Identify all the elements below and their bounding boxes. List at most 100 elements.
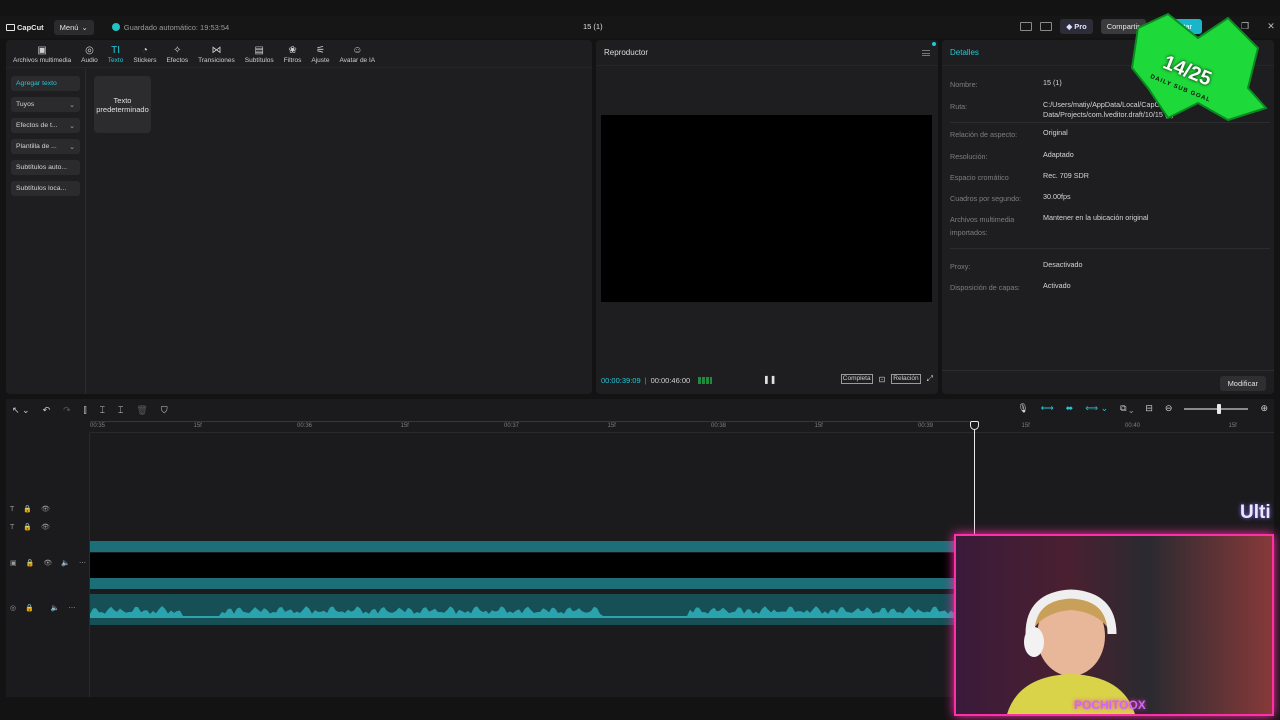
effects-icon: ✧ <box>173 45 182 56</box>
modify-button[interactable]: Modificar <box>1219 376 1266 391</box>
delete-icon[interactable]: 🗑 <box>136 405 147 416</box>
video-clip[interactable] <box>90 553 956 578</box>
detail-label: Ruta: <box>950 102 968 111</box>
tab-ai-avatar[interactable]: ☺ Avatar de IA <box>334 45 380 67</box>
caption-icon[interactable]: ⊟ <box>1145 403 1153 414</box>
ratio-button[interactable]: Relación <box>891 374 921 384</box>
lock-icon[interactable]: 🔒 <box>23 523 32 531</box>
split-left-icon[interactable]: ⌶ <box>100 405 105 416</box>
select-tool-icon[interactable]: ↖ ⌄ <box>12 405 30 416</box>
zoom-out-icon[interactable]: ⊖ <box>1165 403 1173 414</box>
tab-label: Stickers <box>133 57 157 64</box>
timeline-ruler[interactable]: 00:35 15f 00:36 15f 00:37 15f 00:38 15f 00:39 15f… <box>90 421 1274 433</box>
ruler-highlight <box>90 421 970 422</box>
detail-row: Resolución: Adaptado <box>950 150 1270 163</box>
chevron-down-icon: ⌄ <box>81 22 88 32</box>
detail-label: Relación de aspecto: <box>950 130 1018 139</box>
tab-audio[interactable]: ◎ Audio <box>76 45 103 67</box>
detail-row: Espacio cromático Rec. 709 SDR <box>950 171 1270 184</box>
sidebar-item[interactable]: Efectos de t... ⌄ <box>11 118 80 133</box>
redo-icon[interactable]: ↷ <box>63 405 71 416</box>
detail-value: 15 (1) <box>1043 78 1062 87</box>
ruler-tick-label: 15f <box>1021 423 1030 429</box>
tab-transitions[interactable]: ⋈ Transiciones <box>193 45 240 67</box>
microphone-icon[interactable]: 🎙 <box>1017 403 1028 414</box>
pause-icon[interactable]: ❚❚ <box>763 375 776 384</box>
volume-icon[interactable]: 🔈 <box>51 604 60 612</box>
text-track-icon: T <box>10 505 15 513</box>
tab-text[interactable]: TI Texto <box>103 45 129 67</box>
tab-label: Audio <box>81 57 98 64</box>
video-preview[interactable] <box>601 115 932 302</box>
screenshot-icon[interactable]: ⊡ <box>879 375 886 384</box>
sticker-icon: ◔ <box>141 45 148 56</box>
sidebar-item[interactable]: Subtítulos auto... <box>11 160 80 175</box>
logo-text: CapCut <box>17 22 44 32</box>
player-title: Reproductor <box>604 48 649 57</box>
split-right-icon[interactable]: ⌶ <box>118 405 123 416</box>
tab-filters[interactable]: ❀ Filtros <box>279 45 307 67</box>
more-icon[interactable]: ⋯ <box>69 604 76 612</box>
current-timecode: 00:00:39:09 <box>601 375 641 385</box>
default-text-card[interactable]: Texto predeterminado <box>94 76 151 133</box>
project-title: 15 (1) <box>583 22 603 31</box>
volume-icon[interactable]: 🔈 <box>61 559 70 567</box>
playhead-handle[interactable] <box>970 421 979 430</box>
webcam-overlay: POCHITOOX <box>954 534 1274 716</box>
filters-icon: ❀ <box>288 45 297 56</box>
ruler-tick-label: 00:40 <box>1125 423 1141 429</box>
sidebar-item-label: Agregar texto <box>16 80 57 87</box>
keyboard-icon[interactable] <box>1040 22 1053 31</box>
tab-adjust[interactable]: ⚟ Ajuste <box>306 45 334 67</box>
pro-button[interactable]: ◆ Pro <box>1060 19 1093 34</box>
ruler-tick-label: 15f <box>1228 423 1237 429</box>
split-icon[interactable]: ⫿ <box>84 405 87 416</box>
tab-subtitles[interactable]: ▤ Subtítulos <box>240 45 279 67</box>
lock-icon[interactable]: 🔒 <box>25 604 34 612</box>
zoom-slider[interactable] <box>1184 403 1249 414</box>
ruler-tick-label: 00:38 <box>711 423 727 429</box>
menu-button[interactable]: Menú ⌄ <box>53 19 94 35</box>
layout-icon[interactable] <box>1020 22 1033 31</box>
lock-icon[interactable]: 🔒 <box>26 559 35 567</box>
ruler-tick-label: 15f <box>400 423 409 429</box>
text-track-header-2: T 🔒 👁 <box>10 523 50 532</box>
eye-icon[interactable]: 👁 <box>41 505 50 513</box>
detail-row: Cuadros por segundo: 30.00fps <box>950 192 1270 205</box>
media-icon: ▣ <box>37 45 47 56</box>
tab-effects[interactable]: ✧ Efectos <box>161 45 193 67</box>
tab-media[interactable]: ▣ Archivos multimedia <box>8 45 76 67</box>
details-footer: Modificar <box>942 370 1274 394</box>
undo-icon[interactable]: ↶ <box>43 405 51 416</box>
auto-snap-icon[interactable]: ⬌ <box>1066 403 1074 414</box>
sidebar-item[interactable]: Tuyos ⌄ <box>11 97 80 112</box>
audio-clip[interactable] <box>90 594 956 625</box>
transitions-icon: ⋈ <box>211 45 222 56</box>
lock-icon[interactable]: 🔒 <box>23 505 32 513</box>
fullscreen-icon[interactable]: ⤢ <box>927 374 933 384</box>
marker-icon[interactable]: ⛉ <box>161 405 168 416</box>
detail-label: Disposición de capas: <box>950 283 1020 292</box>
chevron-down-icon: ⌄ <box>69 101 75 109</box>
tab-sticker[interactable]: ◔ Stickers <box>128 45 161 67</box>
preview-axis-icon[interactable]: ⧉ ⌄ <box>1120 403 1133 414</box>
sidebar-item[interactable]: Plantilla de ... ⌄ <box>11 139 80 154</box>
sidebar-item[interactable]: Agregar texto <box>11 76 80 91</box>
video-clip-top-band[interactable] <box>90 541 956 552</box>
menu-icon[interactable] <box>922 49 930 56</box>
linkage-icon[interactable]: ⟺ ⌄ <box>1085 403 1108 414</box>
eye-icon[interactable]: 👁 <box>43 559 52 567</box>
video-clip-bottom-band[interactable] <box>90 578 956 589</box>
video-track-header: ▣ 🔒 👁 🔈 ⋯ <box>10 559 86 567</box>
tool-tabs: ▣ Archivos multimedia ◎ Audio TI Texto ◔ Sticke… <box>6 40 592 68</box>
tab-label: Archivos multimedia <box>13 57 72 64</box>
tab-label: Transiciones <box>198 57 235 64</box>
detail-label: Resolución: <box>950 152 988 161</box>
full-quality-button[interactable]: Completa <box>840 374 873 384</box>
eye-icon[interactable]: 👁 <box>41 523 50 531</box>
more-icon[interactable]: ⋯ <box>79 559 86 567</box>
zoom-slider-knob[interactable] <box>1217 403 1222 414</box>
zoom-in-icon[interactable]: ⊕ <box>1260 403 1268 414</box>
main-track-magnet-icon[interactable]: ⟷ <box>1041 403 1054 414</box>
sidebar-item[interactable]: Subtítulos loca... <box>11 181 80 196</box>
